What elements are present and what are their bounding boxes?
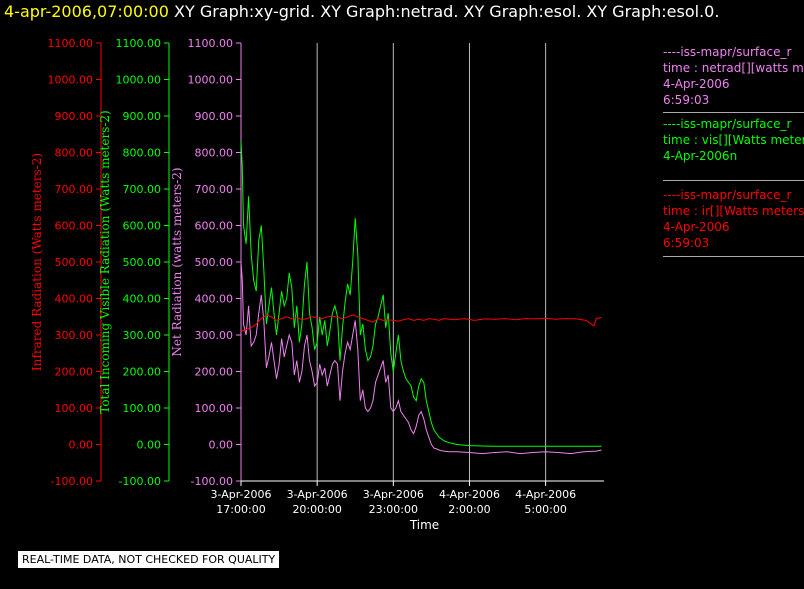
legend-ir: ----iss-mapr/surface_r time : ir[][Watts… [663, 187, 804, 251]
y-tick-label: 200.00 [195, 366, 234, 379]
y-axis-label: Total Incoming Visible Radiation (Watts … [98, 110, 112, 414]
x-axis-label: Time [409, 518, 439, 532]
y-tick-label: 1000.00 [48, 74, 94, 87]
y-tick-label: -100.00 [119, 475, 161, 488]
y-tick-label: 700.00 [123, 183, 162, 196]
y-tick-label: 500.00 [195, 256, 234, 269]
legend-vis: ----iss-mapr/surface_r time : vis[][Watt… [663, 116, 804, 164]
y-tick-label: 400.00 [123, 293, 162, 306]
legend-separator [663, 112, 804, 113]
x-tick-label-date: 3-Apr-2006 [287, 488, 348, 501]
y-tick-label: 300.00 [195, 329, 234, 342]
y-tick-label: 0.00 [209, 439, 234, 452]
y-tick-label: 1100.00 [116, 37, 162, 50]
x-tick-label-time: 5:00:00 [524, 503, 566, 516]
y-tick-label: -100.00 [51, 475, 93, 488]
y-tick-label: 300.00 [123, 329, 162, 342]
x-tick-label-time: 2:00:00 [448, 503, 490, 516]
legend-vis-field: time : vis[][Watts meter [663, 133, 804, 147]
y-tick-label: 600.00 [123, 220, 162, 233]
legend-ir-source: ----iss-mapr/surface_r [663, 188, 792, 202]
y-tick-label: 500.00 [55, 256, 94, 269]
y-axis-label: Net Radiation (watts meters-2) [170, 167, 184, 356]
y-tick-label: 400.00 [195, 293, 234, 306]
legend-ir-field: time : ir[][Watts meters [663, 204, 804, 218]
legend-netrad-field: time : netrad[][watts me [663, 61, 804, 75]
y-tick-label: 900.00 [123, 110, 162, 123]
y-tick-label: 800.00 [123, 147, 162, 160]
legend-ir-time: 6:59:03 [663, 236, 710, 250]
x-tick-label-date: 3-Apr-2006 [363, 488, 424, 501]
y-tick-label: 700.00 [55, 183, 94, 196]
legend-netrad-time: 6:59:03 [663, 93, 710, 107]
series-line-vis [240, 141, 602, 447]
x-tick-label-date: 3-Apr-2006 [210, 488, 271, 501]
y-tick-label: 500.00 [123, 256, 162, 269]
y-tick-label: 100.00 [195, 402, 234, 415]
y-tick-label: 600.00 [55, 220, 94, 233]
legend-separator [663, 256, 804, 257]
y-tick-label: 100.00 [123, 402, 162, 415]
y-axis-label: Infrared Radiation (Watts meters-2) [30, 153, 44, 371]
y-tick-label: 300.00 [55, 329, 94, 342]
legend-netrad: ----iss-mapr/surface_r time : netrad[][w… [663, 44, 804, 108]
y-tick-label: 1000.00 [188, 74, 234, 87]
legend-vis-date: 4-Apr-2006n [663, 149, 738, 163]
y-tick-label: 100.00 [55, 402, 94, 415]
legend-netrad-source: ----iss-mapr/surface_r [663, 45, 792, 59]
series-line-netrad [240, 261, 602, 455]
y-tick-label: 900.00 [55, 110, 94, 123]
x-tick-label-date: 4-Apr-2006 [515, 488, 576, 501]
y-tick-label: 1000.00 [116, 74, 162, 87]
series-lines [240, 141, 602, 455]
y-tick-label: 400.00 [55, 293, 94, 306]
y-tick-label: 1100.00 [188, 37, 234, 50]
grid-lines [316, 43, 547, 481]
legend-separator [663, 180, 804, 181]
x-tick-label-time: 20:00:00 [292, 503, 341, 516]
y-tick-label: 800.00 [55, 147, 94, 160]
y-tick-label: 600.00 [195, 220, 234, 233]
y-tick-label: -100.00 [191, 475, 233, 488]
x-tick-label-time: 17:00:00 [216, 503, 265, 516]
legend-ir-date: 4-Apr-2006 [663, 220, 730, 234]
y-tick-label: 0.00 [69, 439, 94, 452]
y-tick-label: 900.00 [195, 110, 234, 123]
y-tick-label: 0.00 [137, 439, 162, 452]
quality-notice: REAL-TIME DATA, NOT CHECKED FOR QUALITY [18, 551, 280, 568]
y-tick-label: 700.00 [195, 183, 234, 196]
y-tick-label: 800.00 [195, 147, 234, 160]
legend-vis-source: ----iss-mapr/surface_r [663, 117, 792, 131]
x-tick-label-time: 23:00:00 [369, 503, 418, 516]
y-tick-label: 1100.00 [48, 37, 94, 50]
legend-netrad-date: 4-Apr-2006 [663, 77, 730, 91]
y-tick-label: 200.00 [55, 366, 94, 379]
y-tick-label: 200.00 [123, 366, 162, 379]
x-tick-label-date: 4-Apr-2006 [439, 488, 500, 501]
